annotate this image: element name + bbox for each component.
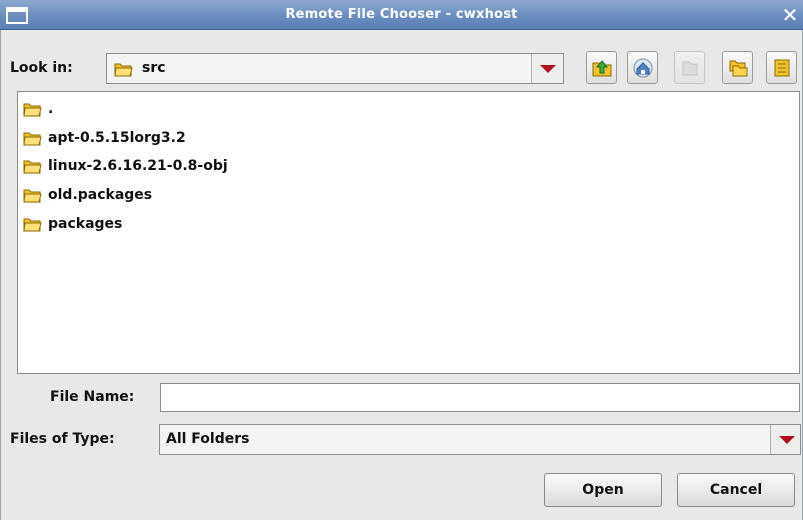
title-bar: Remote File Chooser - cwxhost ✕ [0,0,803,30]
details-view-button[interactable] [766,51,797,84]
file-name-field[interactable] [160,383,800,412]
chevron-down-icon[interactable] [770,425,800,454]
files-of-type-combo[interactable]: All Folders [159,424,801,455]
file-name: packages [48,216,123,232]
look-in-label: Look in: [10,60,73,76]
home-button[interactable] [627,51,658,84]
look-in-value: src [142,60,166,76]
up-one-level-button[interactable] [586,51,617,84]
folder-icon [22,215,42,233]
file-name: old.packages [48,187,153,203]
list-item[interactable]: linux-2.6.16.21-0.8-obj [22,154,228,178]
new-folder-icon [682,61,697,75]
folder-icon [22,186,42,204]
open-button[interactable]: Open [544,473,662,507]
details-view-icon [774,59,789,76]
file-list[interactable]: . apt-0.5.15lorg3.2 linux-2.6.16.21-0.8-… [17,91,800,374]
close-icon[interactable]: ✕ [779,4,801,26]
file-name-label: File Name: [50,389,135,405]
cancel-button[interactable]: Cancel [677,473,795,507]
chevron-down-icon[interactable] [531,54,563,83]
list-item[interactable]: . [22,97,53,121]
folder-icon [113,60,133,78]
home-icon [633,58,652,77]
folder-icon [22,100,42,118]
list-item[interactable]: old.packages [22,183,152,207]
folder-icon [22,129,42,147]
list-view-icon [729,60,747,76]
file-name: apt-0.5.15lorg3.2 [48,130,186,146]
files-of-type-value: All Folders [166,431,250,447]
list-item[interactable]: apt-0.5.15lorg3.2 [22,126,186,150]
folder-up-icon [592,59,611,76]
look-in-combo[interactable]: src [106,53,564,84]
file-name: linux-2.6.16.21-0.8-obj [48,158,228,174]
list-item[interactable]: packages [22,212,122,236]
window-title: Remote File Chooser - cwxhost [285,7,518,22]
folder-icon [22,157,42,175]
file-name: . [48,101,54,117]
new-folder-button[interactable] [674,51,705,84]
files-of-type-label: Files of Type: [10,431,115,447]
list-view-button[interactable] [722,51,753,84]
